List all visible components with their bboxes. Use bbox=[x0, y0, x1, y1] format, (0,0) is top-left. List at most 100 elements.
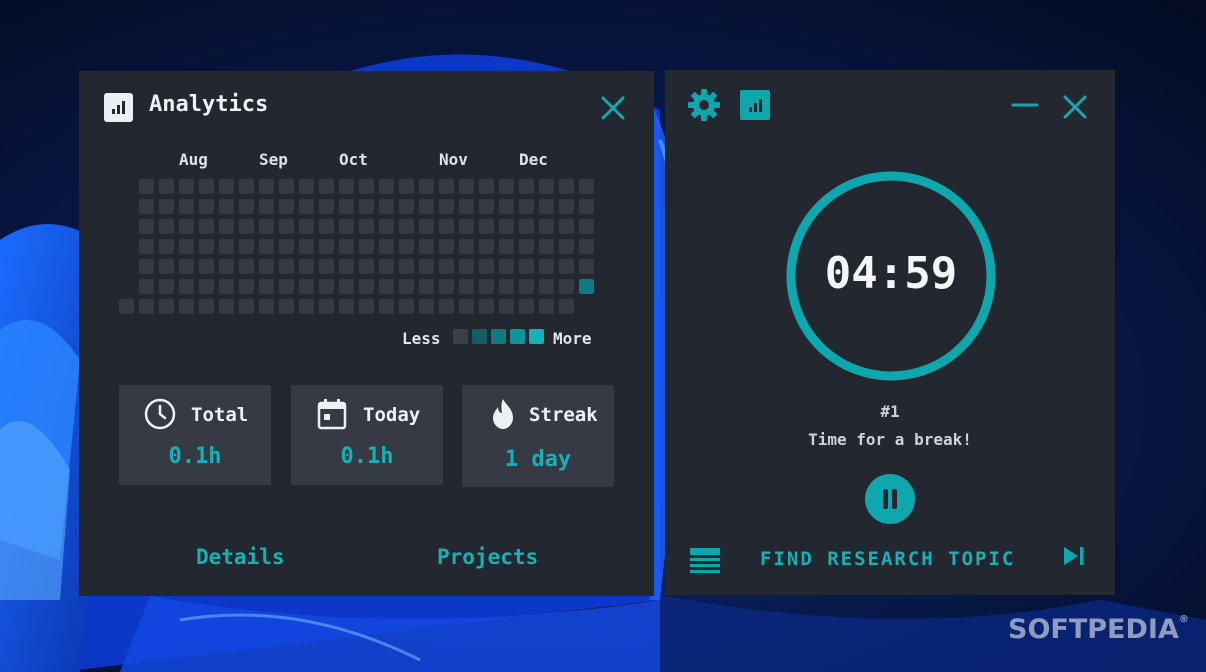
heatmap-cell bbox=[219, 219, 234, 234]
projects-link[interactable]: Projects bbox=[437, 545, 538, 569]
minimize-icon[interactable] bbox=[1010, 93, 1040, 117]
stat-card-streak: Streak 1 day bbox=[462, 385, 614, 487]
heatmap-cell bbox=[259, 219, 274, 234]
softpedia-watermark: SOFTPEDIA® bbox=[1008, 614, 1189, 645]
heatmap-cell bbox=[379, 199, 394, 214]
heatmap-cell bbox=[559, 219, 574, 234]
heatmap-cell bbox=[579, 239, 594, 254]
heatmap-cell bbox=[239, 179, 254, 194]
heatmap-cell bbox=[199, 199, 214, 214]
stat-label: Streak bbox=[529, 404, 598, 426]
timer-display: 04:59 bbox=[824, 248, 958, 299]
heatmap-cell bbox=[259, 259, 274, 274]
heatmap-cell bbox=[539, 179, 554, 194]
heatmap-cell bbox=[179, 219, 194, 234]
heatmap-cell bbox=[199, 239, 214, 254]
heatmap-cell bbox=[399, 299, 414, 314]
legend-swatch bbox=[472, 329, 487, 344]
heatmap-cell bbox=[539, 259, 554, 274]
heatmap-cell bbox=[199, 299, 214, 314]
heatmap-cell bbox=[139, 239, 154, 254]
heatmap-cell bbox=[179, 299, 194, 314]
heatmap-cell bbox=[279, 299, 294, 314]
heatmap-cell bbox=[319, 239, 334, 254]
heatmap-cell bbox=[159, 239, 174, 254]
heatmap-cell bbox=[239, 219, 254, 234]
heatmap-cell bbox=[279, 279, 294, 294]
heatmap-cell bbox=[419, 199, 434, 214]
heatmap-cell bbox=[319, 279, 334, 294]
heatmap-cell bbox=[159, 219, 174, 234]
details-link[interactable]: Details bbox=[196, 545, 285, 569]
activity-heatmap bbox=[79, 71, 654, 331]
heatmap-cell bbox=[359, 219, 374, 234]
heatmap-cell bbox=[359, 299, 374, 314]
heatmap-cell bbox=[159, 259, 174, 274]
pause-button[interactable] bbox=[865, 474, 915, 524]
heatmap-cell bbox=[159, 199, 174, 214]
clock-icon bbox=[144, 398, 176, 430]
heatmap-cell bbox=[499, 279, 514, 294]
heatmap-cell bbox=[579, 259, 594, 274]
heatmap-cell bbox=[419, 239, 434, 254]
heatmap-cell bbox=[139, 279, 154, 294]
heatmap-cell bbox=[479, 299, 494, 314]
close-icon[interactable] bbox=[1060, 92, 1090, 122]
heatmap-cell bbox=[439, 179, 454, 194]
legend-swatch bbox=[491, 329, 506, 344]
heatmap-cell bbox=[559, 279, 574, 294]
gear-icon[interactable] bbox=[687, 88, 721, 122]
heatmap-cell bbox=[339, 259, 354, 274]
heatmap-cell bbox=[319, 259, 334, 274]
heatmap-cell bbox=[239, 279, 254, 294]
heatmap-cell bbox=[219, 179, 234, 194]
heatmap-cell bbox=[439, 299, 454, 314]
heatmap-cell bbox=[559, 299, 574, 314]
heatmap-cell bbox=[519, 239, 534, 254]
heatmap-cell bbox=[339, 239, 354, 254]
heatmap-cell bbox=[399, 239, 414, 254]
skip-icon[interactable] bbox=[1062, 544, 1086, 568]
heatmap-cell bbox=[139, 179, 154, 194]
heatmap-cell bbox=[519, 259, 534, 274]
heatmap-cell bbox=[319, 179, 334, 194]
heatmap-cell bbox=[459, 279, 474, 294]
heatmap-cell bbox=[319, 299, 334, 314]
heatmap-cell bbox=[459, 239, 474, 254]
heatmap-cell bbox=[479, 199, 494, 214]
heatmap-cell bbox=[199, 279, 214, 294]
analytics-button[interactable] bbox=[740, 90, 770, 120]
heatmap-cell bbox=[239, 239, 254, 254]
heatmap-cell bbox=[179, 199, 194, 214]
heatmap-cell bbox=[519, 299, 534, 314]
heatmap-cell bbox=[539, 299, 554, 314]
heatmap-cell bbox=[239, 199, 254, 214]
heatmap-cell bbox=[499, 179, 514, 194]
heatmap-cell bbox=[479, 239, 494, 254]
heatmap-cell bbox=[159, 299, 174, 314]
legend-less-label: Less bbox=[402, 329, 441, 348]
task-list-icon[interactable] bbox=[689, 544, 721, 576]
heatmap-cell bbox=[539, 239, 554, 254]
heatmap-cell bbox=[359, 199, 374, 214]
heatmap-cell bbox=[379, 259, 394, 274]
heatmap-cell bbox=[419, 279, 434, 294]
pause-icon bbox=[883, 489, 897, 509]
heatmap-cell bbox=[259, 199, 274, 214]
current-task[interactable]: FIND RESEARCH TOPIC bbox=[760, 548, 1015, 570]
heatmap-cell bbox=[539, 219, 554, 234]
heatmap-cell bbox=[179, 239, 194, 254]
heatmap-cell bbox=[299, 219, 314, 234]
heatmap-cell bbox=[219, 299, 234, 314]
heatmap-cell bbox=[339, 279, 354, 294]
heatmap-cell bbox=[559, 259, 574, 274]
heatmap-cell bbox=[179, 259, 194, 274]
heatmap-cell bbox=[579, 219, 594, 234]
heatmap-cell bbox=[479, 259, 494, 274]
heatmap-cell bbox=[479, 219, 494, 234]
heatmap-cell bbox=[259, 179, 274, 194]
heatmap-cell bbox=[379, 239, 394, 254]
heatmap-cell bbox=[399, 199, 414, 214]
heatmap-cell bbox=[339, 179, 354, 194]
heatmap-cell bbox=[479, 279, 494, 294]
